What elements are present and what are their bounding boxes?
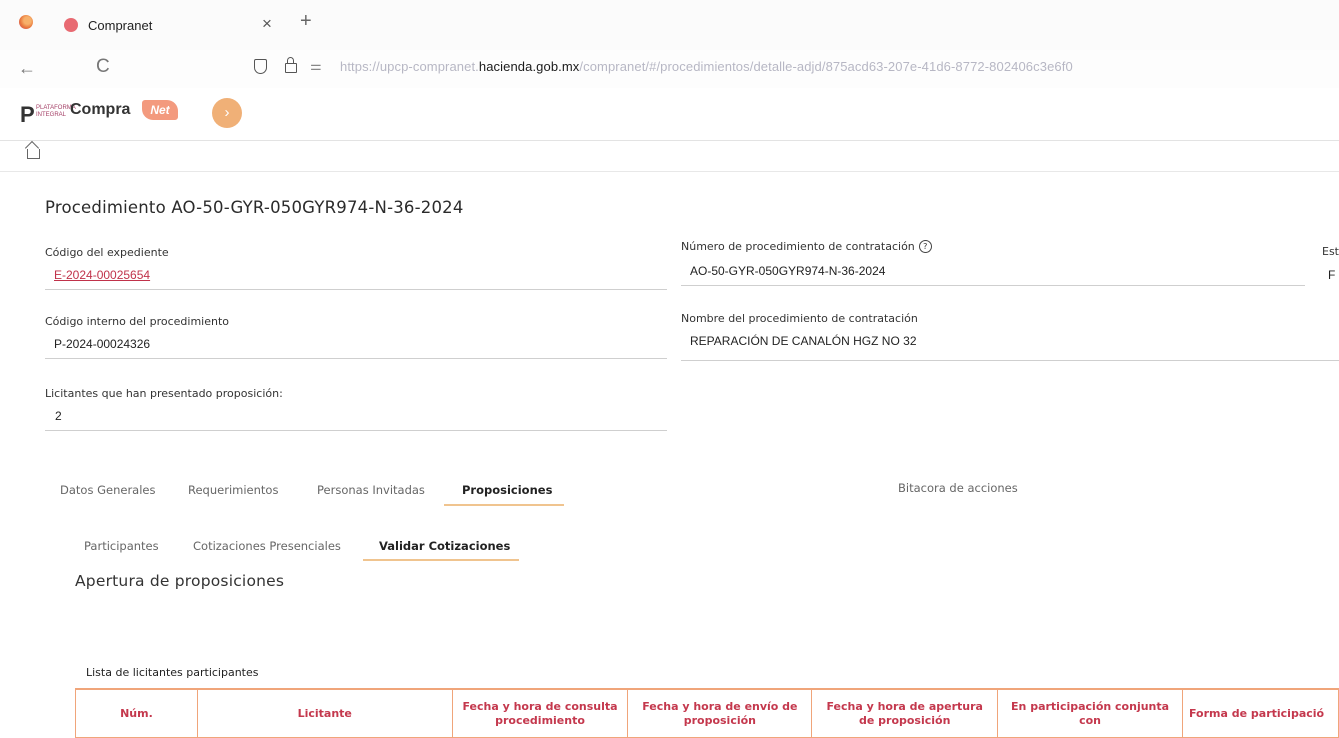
url-host: hacienda.gob.mx (478, 59, 580, 74)
participants-table: Núm. Licitante Fecha y hora de consulta … (75, 688, 1339, 738)
address-bar[interactable]: https://upcp-compranet.hacienda.gob.mx/c… (340, 59, 1073, 74)
expediente-link[interactable]: E-2024-00025654 (54, 268, 150, 282)
field-numero-procedimiento: Número de procedimiento de contratación?… (681, 240, 1305, 286)
field-value-estatus: F (1328, 268, 1336, 282)
field-nombre-procedimiento: Nombre del procedimiento de contratación… (681, 312, 1339, 361)
column-header-fecha-apertura: Fecha y hora de apertura de proposición (811, 688, 999, 738)
permissions-icon[interactable]: ⚌ (310, 58, 322, 74)
logo-letter: P (20, 102, 35, 127)
active-subtab-indicator (363, 559, 519, 561)
active-tab-indicator (444, 504, 564, 506)
subtab-validar-cotizaciones[interactable]: Validar Cotizaciones (379, 539, 510, 553)
browser-tab-bar: Compranet × + (0, 0, 1339, 50)
tab-proposiciones[interactable]: Proposiciones (462, 483, 552, 497)
column-header-participacion-conjunta: En participación conjunta con (997, 688, 1183, 738)
menu-toggle-button[interactable]: › (212, 98, 242, 128)
field-label-estatus: Est (1322, 245, 1339, 258)
column-header-licitante: Licitante (196, 688, 453, 738)
column-header-forma-participacion: Forma de participació (1181, 688, 1339, 738)
field-value: REPARACIÓN DE CANALÓN HGZ NO 32 (690, 334, 917, 348)
back-button[interactable]: ← (18, 58, 36, 79)
reload-button[interactable]: C (96, 56, 110, 78)
field-label: Licitantes que han presentado proposició… (45, 387, 283, 400)
close-tab-icon[interactable]: × (262, 14, 272, 34)
field-label: Código interno del procedimiento (45, 315, 229, 328)
logo-net-badge: Net (142, 100, 178, 120)
field-value: P-2024-00024326 (54, 337, 151, 351)
section-title: Apertura de proposiciones (75, 572, 285, 590)
browser-tab[interactable]: Compranet × (56, 8, 296, 44)
column-header-num: Núm. (75, 688, 198, 738)
breadcrumb (0, 140, 1339, 172)
table-header-row: Núm. Licitante Fecha y hora de consulta … (75, 688, 1339, 738)
tab-requerimientos[interactable]: Requerimientos (188, 483, 278, 497)
url-path: /compranet/#/procedimientos/detalle-adjd… (579, 59, 1073, 74)
column-header-fecha-consulta: Fecha y hora de consulta procedimiento (451, 688, 629, 738)
tab-datos-generales[interactable]: Datos Generales (60, 483, 155, 497)
tab-bitacora[interactable]: Bitacora de acciones (898, 481, 1018, 495)
firefox-logo-icon (19, 15, 33, 29)
app-header: P PLATAFORMA INTEGRAL Compra Net › (0, 92, 1339, 138)
tab-personas-invitadas[interactable]: Personas Invitadas (317, 483, 425, 497)
field-label: Número de procedimiento de contratación (681, 240, 915, 253)
field-licitantes: Licitantes que han presentado proposició… (45, 387, 667, 431)
logo-compra: Compra (70, 101, 131, 118)
column-header-fecha-envio: Fecha y hora de envío de proposición (627, 688, 813, 738)
tab-title: Compranet (88, 18, 153, 33)
subtab-cotizaciones-presenciales[interactable]: Cotizaciones Presenciales (193, 539, 341, 553)
lock-icon[interactable] (285, 57, 297, 73)
new-tab-button[interactable]: + (300, 10, 312, 33)
field-label: Nombre del procedimiento de contratación (681, 312, 918, 325)
subtab-participantes[interactable]: Participantes (84, 539, 159, 553)
url-prefix: https://upcp-compranet. (340, 59, 479, 74)
help-icon[interactable]: ? (918, 240, 932, 253)
navigation-bar: ← C ⚌ https://upcp-compranet.hacienda.go… (0, 50, 1339, 88)
field-value: 2 (55, 409, 62, 423)
field-codigo-interno: Código interno del procedimiento P-2024-… (45, 315, 667, 359)
tracking-shield-icon[interactable] (254, 59, 267, 74)
field-value: AO-50-GYR-050GYR974-N-36-2024 (690, 264, 886, 278)
field-label: Código del expediente (45, 246, 169, 259)
home-icon[interactable] (27, 149, 40, 159)
field-codigo-expediente: Código del expediente E-2024-00025654 (45, 246, 667, 290)
list-title: Lista de licitantes participantes (86, 666, 259, 679)
favicon-icon (64, 18, 78, 32)
page-title: Procedimiento AO-50-GYR-050GYR974-N-36-2… (45, 198, 464, 217)
